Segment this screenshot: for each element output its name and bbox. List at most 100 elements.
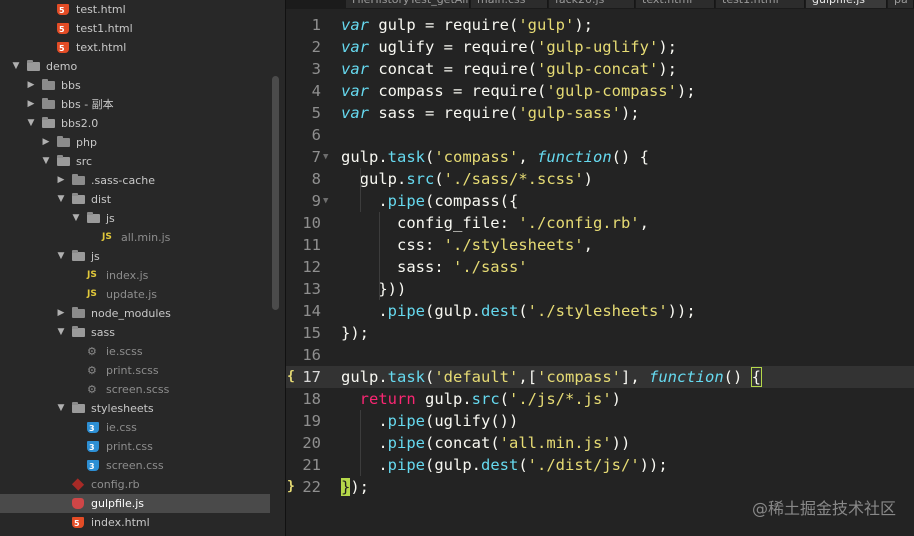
code-line[interactable]: }); <box>341 476 369 498</box>
fold-arrow-icon[interactable]: ▼ <box>323 190 328 212</box>
code-token: )); <box>639 456 668 474</box>
tree-file[interactable]: screen.css <box>0 456 270 476</box>
code-token: ); <box>574 16 593 34</box>
code-line[interactable]: .pipe(uglify()) <box>341 410 518 432</box>
tree-folder[interactable]: ▶ .sass-cache <box>0 171 270 190</box>
code-line[interactable]: gulp.src('./sass/*.scss') <box>341 168 593 190</box>
caret-right-icon[interactable]: ▶ <box>55 171 67 190</box>
code-line[interactable]: config_file: './config.rb', <box>341 212 649 234</box>
tree-folder[interactable]: ▶ node_modules <box>0 304 270 323</box>
gulp-icon <box>72 498 84 509</box>
line-number: 10 <box>302 214 321 232</box>
code-token: './stylesheets' <box>443 236 584 254</box>
code-line[interactable]: .pipe(compass({ <box>341 190 518 212</box>
tree-folder[interactable]: ▼ stylesheets <box>0 399 270 418</box>
tree-folder[interactable]: ▶ bbs <box>0 76 270 95</box>
tree-item-label: stylesheets <box>91 402 154 415</box>
tree-file[interactable]: JS update.js <box>0 285 270 304</box>
editor-tab[interactable]: main.css <box>471 0 548 8</box>
tab-bar: FileHistoryTest_getAll.jsmain.cssfack20.… <box>286 0 914 9</box>
html-icon <box>57 1 69 20</box>
code-line[interactable]: })) <box>341 278 406 300</box>
folder-open-icon <box>72 326 85 337</box>
caret-right-icon[interactable]: ▶ <box>55 304 67 323</box>
code-line[interactable]: return gulp.src('./js/*.js') <box>341 388 621 410</box>
tree-folder[interactable]: ▼ sass <box>0 323 270 342</box>
code-line[interactable]: .pipe(concat('all.min.js')) <box>341 432 630 454</box>
editor-tab[interactable]: pa <box>888 0 914 8</box>
caret-down-icon[interactable]: ▼ <box>55 190 67 209</box>
caret-down-icon[interactable]: ▼ <box>25 114 37 133</box>
code-line[interactable]: .pipe(gulp.dest('./stylesheets')); <box>341 300 695 322</box>
tree-folder[interactable]: ▼ js <box>0 247 270 266</box>
editor-tab[interactable]: gulpfile.js <box>806 0 887 8</box>
caret-down-icon[interactable]: ▼ <box>55 323 67 342</box>
tree-folder[interactable]: ▼ bbs2.0 <box>0 114 270 133</box>
caret-down-icon[interactable]: ▼ <box>10 57 22 76</box>
code-line[interactable]: sass: './sass' <box>341 256 528 278</box>
tree-file[interactable]: JS all.min.js <box>0 228 270 247</box>
line-number: 13 <box>302 280 321 298</box>
code-token: (gulp. <box>425 456 481 474</box>
js-icon: JS <box>87 270 97 280</box>
code-token: var <box>341 38 369 56</box>
tree-folder[interactable]: ▼ src <box>0 152 270 171</box>
code-line[interactable]: gulp.task('compass', function() { <box>341 146 649 168</box>
tree-file[interactable]: ⚙ print.scss <box>0 361 270 380</box>
code-token: (gulp. <box>425 302 481 320</box>
code-token: 'gulp-compass' <box>546 82 677 100</box>
code-token: return <box>341 390 416 408</box>
tree-item-label: demo <box>46 60 78 73</box>
code-editor[interactable]: 1 2 3 4 5 6 7 ▼ 8 9 ▼ 10 11 12 13 14 15 16 17{18 19 20 21 22} … <box>286 9 914 536</box>
code-line[interactable]: var uglify = require('gulp-uglify'); <box>341 36 677 58</box>
code-token: })) <box>341 280 407 298</box>
line-number: 12 <box>302 258 321 276</box>
line-number: 15 <box>302 324 321 342</box>
tree-file[interactable]: gulpfile.js <box>0 494 270 513</box>
code-line[interactable]: var gulp = require('gulp'); <box>341 14 593 36</box>
caret-right-icon[interactable]: ▶ <box>25 76 37 95</box>
code-token: (compass({ <box>425 192 519 210</box>
code-line[interactable]: var compass = require('gulp-compass'); <box>341 80 696 102</box>
tree-file[interactable]: JS index.js <box>0 266 270 285</box>
tree-file[interactable]: ⚙ screen.scss <box>0 380 270 399</box>
caret-down-icon[interactable]: ▼ <box>40 152 52 171</box>
code-line[interactable]: var sass = require('gulp-sass'); <box>341 102 640 124</box>
editor-tab[interactable]: text.html <box>636 0 715 8</box>
line-number: 18 <box>302 390 321 408</box>
code-token: sass = require( <box>369 104 519 122</box>
code-line[interactable]: }); <box>341 322 369 344</box>
folder-icon <box>72 174 85 185</box>
code-token: ( <box>518 456 528 474</box>
editor-tab[interactable]: test1.html <box>716 0 805 8</box>
code-line[interactable]: .pipe(gulp.dest('./dist/js/')); <box>341 454 668 476</box>
tree-folder[interactable]: ▶ php <box>0 133 270 152</box>
code-line[interactable]: gulp.task('default',['compass'], functio… <box>341 366 763 388</box>
caret-down-icon[interactable]: ▼ <box>55 247 67 266</box>
caret-right-icon[interactable]: ▶ <box>40 133 52 152</box>
tree-item-label: all.min.js <box>121 231 171 244</box>
tree-file[interactable]: test.html <box>0 0 270 20</box>
code-line[interactable]: var concat = require('gulp-concat'); <box>341 58 677 80</box>
tree-file[interactable]: text.html <box>0 38 270 58</box>
indent-guide <box>378 212 380 300</box>
tree-folder[interactable]: ▼ js <box>0 209 270 228</box>
caret-right-icon[interactable]: ▶ <box>25 95 37 114</box>
caret-down-icon[interactable]: ▼ <box>55 399 67 418</box>
fold-arrow-icon[interactable]: ▼ <box>323 146 328 168</box>
tree-file[interactable]: ⚙ ie.scss <box>0 342 270 361</box>
code-token: ], <box>621 368 650 386</box>
tree-file[interactable]: config.rb <box>0 475 270 494</box>
gear-icon: ⚙ <box>87 345 97 358</box>
sidebar-scrollbar[interactable] <box>272 76 279 310</box>
caret-down-icon[interactable]: ▼ <box>70 209 82 228</box>
tree-folder[interactable]: ▶ bbs - 副本 <box>0 95 270 114</box>
tree-file[interactable]: print.css <box>0 437 270 457</box>
tree-folder[interactable]: ▼ dist <box>0 190 270 209</box>
tree-folder[interactable]: ▼ demo <box>0 57 270 76</box>
tree-file[interactable]: index.html <box>0 513 270 533</box>
tree-file[interactable]: ie.css <box>0 418 270 438</box>
editor-tab[interactable]: fack20.js <box>549 0 635 8</box>
tree-file[interactable]: test1.html <box>0 19 270 39</box>
editor-tab[interactable]: FileHistoryTest_getAll.js <box>346 0 470 8</box>
